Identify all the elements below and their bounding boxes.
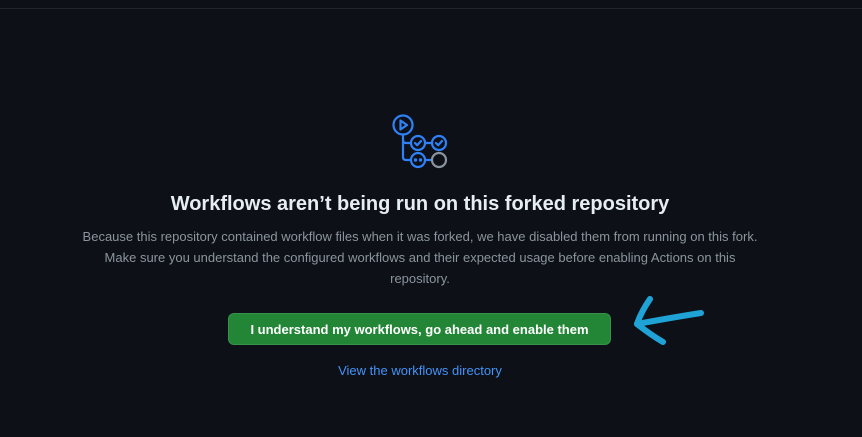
view-workflows-directory-link[interactable]: View the workflows directory <box>0 363 840 378</box>
top-divider <box>0 8 862 9</box>
blankslate-heading: Workflows aren’t being run on this forke… <box>170 193 670 215</box>
enable-workflows-button[interactable]: I understand my workflows, go ahead and … <box>228 313 611 345</box>
workflow-icon <box>392 114 448 169</box>
arrow-icon <box>634 296 704 345</box>
actions-page: Workflows aren’t being run on this forke… <box>0 0 862 437</box>
blankslate-description: Because this repository contained workfl… <box>82 229 758 286</box>
